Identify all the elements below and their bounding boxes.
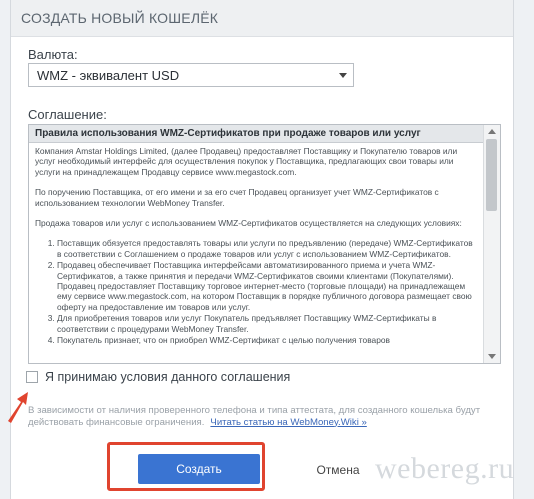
agreement-list-item: Продавец обеспечивает Поставщика интерфе… (57, 260, 478, 312)
agreement-list-item: Покупатель признает, что он приобрел WMZ… (57, 335, 478, 345)
agreement-scrollbar[interactable] (483, 125, 500, 363)
agreement-paragraph: Продажа товаров или услуг с использовани… (35, 218, 462, 229)
agree-label[interactable]: Я принимаю условия данного соглашения (45, 370, 290, 384)
watermark: webereg.ru (375, 452, 515, 485)
scroll-thumb[interactable] (486, 139, 497, 211)
agreement-list: Поставщик обязуется предоставлять товары… (35, 238, 478, 345)
currency-selected-value: WMZ - эквивалент USD (37, 68, 180, 83)
wiki-link[interactable]: Читать статью на WebMoney.Wiki » (210, 417, 366, 428)
dialog-header: СОЗДАТЬ НОВЫЙ КОШЕЛЁК (11, 0, 513, 37)
agreement-text: Компания Amstar Holdings Limited, (далее… (29, 143, 484, 350)
chevron-down-icon (339, 73, 347, 78)
create-button[interactable]: Создать (138, 454, 260, 484)
agreement-heading: Правила использования WMZ-Сертификатов п… (29, 125, 484, 143)
agreement-content: Правила использования WMZ-Сертификатов п… (29, 125, 484, 363)
agree-checkbox[interactable] (26, 371, 38, 383)
scroll-down-arrow-icon[interactable] (488, 354, 496, 359)
currency-label: Валюта: (28, 47, 78, 62)
agreement-label: Соглашение: (28, 107, 107, 122)
currency-select[interactable]: WMZ - эквивалент USD (28, 63, 354, 87)
agreement-paragraph: Компания Amstar Holdings Limited, (далее… (35, 146, 458, 177)
scroll-up-arrow-icon[interactable] (488, 129, 496, 134)
cancel-button[interactable]: Отмена (295, 457, 381, 483)
agreement-textbox[interactable]: Правила использования WMZ-Сертификатов п… (28, 124, 501, 364)
dialog-title: СОЗДАТЬ НОВЫЙ КОШЕЛЁК (21, 10, 219, 26)
agreement-list-item: Для приобретения товаров или услуг Покуп… (57, 313, 478, 334)
create-wallet-dialog: СОЗДАТЬ НОВЫЙ КОШЕЛЁК Валюта: WMZ - экви… (10, 0, 514, 499)
red-arrow-icon (8, 392, 28, 423)
agreement-list-item: Поставщик обязуется предоставлять товары… (57, 238, 478, 259)
limits-notice: В зависимости от наличия проверенного те… (28, 405, 498, 428)
agreement-paragraph: По поручению Поставщика, от его имени и … (35, 187, 439, 208)
